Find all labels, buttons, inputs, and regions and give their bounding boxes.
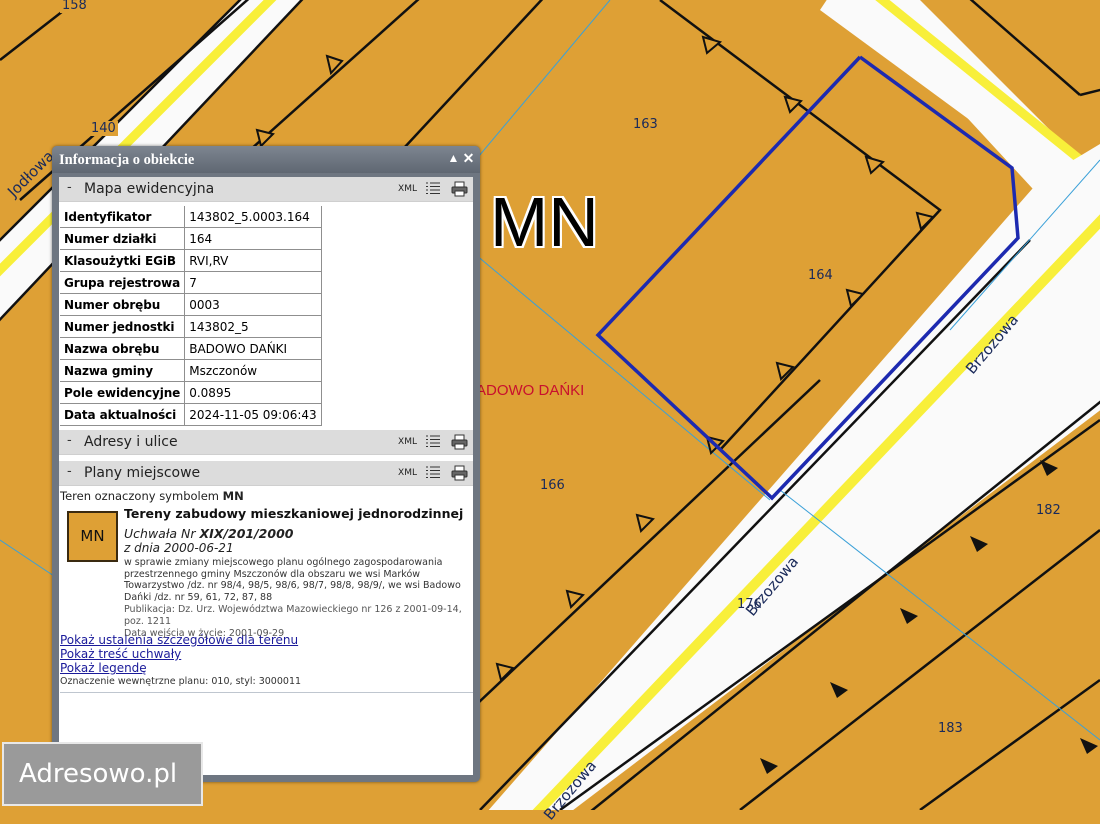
plan-effective-date: Data wejścia w życie: 2001-09-29 xyxy=(124,628,285,639)
panel-titlebar[interactable]: Informacja o obiekcie ▲ ✕ xyxy=(52,146,480,173)
close-icon[interactable]: ✕ xyxy=(461,151,476,166)
attribute-key: Numer jednostki xyxy=(60,315,186,338)
printer-icon[interactable] xyxy=(451,434,468,450)
list-icon[interactable] xyxy=(426,465,440,480)
section-plans-header[interactable]: - Plany miejscowe XML xyxy=(59,461,473,486)
plans-content: Teren oznaczony symbolem MN MN Tereny za… xyxy=(59,486,473,693)
attribute-row: Pole ewidencyjne 0.0895 xyxy=(60,381,322,404)
section-collapse-toggle[interactable]: - xyxy=(67,180,72,195)
plan-intro: Teren oznaczony symbolem MN xyxy=(60,489,473,503)
plan-publication: Publikacja: Dz. Urz. Województwa Mazowie… xyxy=(124,604,462,627)
xml-export-button[interactable]: XML xyxy=(398,184,417,194)
panel-title: Informacja o obiekcie xyxy=(59,152,195,168)
resolution-prefix: Uchwała Nr xyxy=(124,526,196,541)
attribute-row: Data aktualności 2024-11-05 09:06:43 xyxy=(60,403,322,426)
plan-description: w sprawie zmiany miejscowego planu ogóln… xyxy=(124,557,461,603)
attribute-value: Mszczonów xyxy=(184,359,322,382)
attribute-value: 2024-11-05 09:06:43 xyxy=(184,403,322,426)
plan-entry: MN Tereny zabudowy mieszkaniowej jednoro… xyxy=(60,506,473,639)
plan-date: z dnia 2000-06-21 xyxy=(124,541,234,555)
plot-number-label: 164 xyxy=(806,268,835,283)
attribute-value: 0.0895 xyxy=(184,381,322,404)
attribute-value: 7 xyxy=(184,271,322,294)
plot-number-label: 163 xyxy=(631,117,660,132)
zone-legend-icon: MN xyxy=(67,511,118,562)
attributes-table: Identyfikator 143802_5.0003.164 Numer dzia… xyxy=(60,206,322,426)
plot-number-label: 182 xyxy=(1034,503,1063,518)
zone-legend-label: MN xyxy=(80,527,105,545)
watermark-text: Adresowo.pl xyxy=(19,759,178,789)
attribute-key: Numer obrębu xyxy=(60,293,186,316)
xml-export-button[interactable]: XML xyxy=(398,437,417,447)
attribute-key: Nazwa gminy xyxy=(60,359,186,382)
attribute-row: Grupa rejestrowa 7 xyxy=(60,271,322,294)
attribute-key: Identyfikator xyxy=(60,206,186,228)
attribute-key: Nazwa obrębu xyxy=(60,337,186,360)
attribute-row: Nazwa obrębu BADOWO DAŃKI xyxy=(60,337,322,360)
triangle-up-icon[interactable]: ▲ xyxy=(446,151,461,166)
attribute-key: Klasoużytki EGiB xyxy=(60,249,186,272)
section-title: Plany miejscowe xyxy=(84,465,201,481)
attribute-row: Klasoużytki EGiB RVI,RV xyxy=(60,249,322,272)
printer-icon[interactable] xyxy=(451,181,468,197)
plan-internal-designation: Oznaczenie wewnętrzne planu: 010, styl: … xyxy=(60,676,473,693)
precinct-name-label: BADOWO DAŃKI xyxy=(466,382,585,399)
show-resolution-text-link[interactable]: Pokaż treść uchwały xyxy=(60,647,473,661)
object-info-panel[interactable]: Informacja o obiekcie ▲ ✕ - Mapa ewidenc… xyxy=(52,146,480,782)
show-legend-link[interactable]: Pokaż legendę xyxy=(60,661,473,675)
attribute-row: Numer jednostki 143802_5 xyxy=(60,315,322,338)
attribute-row: Identyfikator 143802_5.0003.164 xyxy=(60,206,322,228)
attribute-value: RVI,RV xyxy=(184,249,322,272)
section-collapse-toggle[interactable]: - xyxy=(67,433,72,448)
zone-symbol-label: MN xyxy=(490,183,599,261)
plan-symbol: MN xyxy=(222,489,244,503)
attribute-key: Grupa rejestrowa xyxy=(60,271,186,294)
section-map-header[interactable]: - Mapa ewidencyjna XML xyxy=(59,177,473,202)
list-icon[interactable] xyxy=(426,181,440,196)
section-addresses-header[interactable]: - Adresy i ulice XML xyxy=(59,430,473,455)
plan-intro-text: Teren oznaczony symbolem xyxy=(60,489,220,503)
printer-icon[interactable] xyxy=(451,465,468,481)
attribute-row: Nazwa gminy Mszczonów xyxy=(60,359,322,382)
attribute-value: 143802_5 xyxy=(184,315,322,338)
list-icon[interactable] xyxy=(426,434,440,449)
attribute-value: 0003 xyxy=(184,293,322,316)
attribute-row: Numer obrębu 0003 xyxy=(60,293,322,316)
section-title: Mapa ewidencyjna xyxy=(84,181,215,197)
attribute-key: Pole ewidencyjne xyxy=(60,381,186,404)
section-title: Adresy i ulice xyxy=(84,434,178,450)
adresowo-logo[interactable]: Adresowo.pl xyxy=(2,742,203,806)
resolution-number: XIX/201/2000 xyxy=(199,526,294,541)
plot-number-label: 183 xyxy=(936,721,965,736)
xml-export-button[interactable]: XML xyxy=(398,468,417,478)
attribute-value: BADOWO DAŃKI xyxy=(184,337,322,360)
plot-number-label: 158 xyxy=(60,0,89,13)
attribute-key: Numer działki xyxy=(60,227,186,250)
attribute-row: Numer działki 164 xyxy=(60,227,322,250)
section-collapse-toggle[interactable]: - xyxy=(67,464,72,479)
panel-body: - Mapa ewidencyjna XML Identyfikator 1438… xyxy=(59,177,473,775)
attribute-value: 143802_5.0003.164 xyxy=(184,206,322,228)
plan-zone-name: Tereny zabudowy mieszkaniowej jednorodzi… xyxy=(124,506,464,521)
attribute-key: Data aktualności xyxy=(60,403,186,426)
plot-number-label: 140 xyxy=(89,121,118,136)
attribute-value: 164 xyxy=(184,227,322,250)
plan-texts: Tereny zabudowy mieszkaniowej jednorodzi… xyxy=(124,506,471,640)
plot-number-label: 166 xyxy=(538,478,567,493)
plan-resolution: Uchwała Nr XIX/201/2000 xyxy=(124,526,471,541)
